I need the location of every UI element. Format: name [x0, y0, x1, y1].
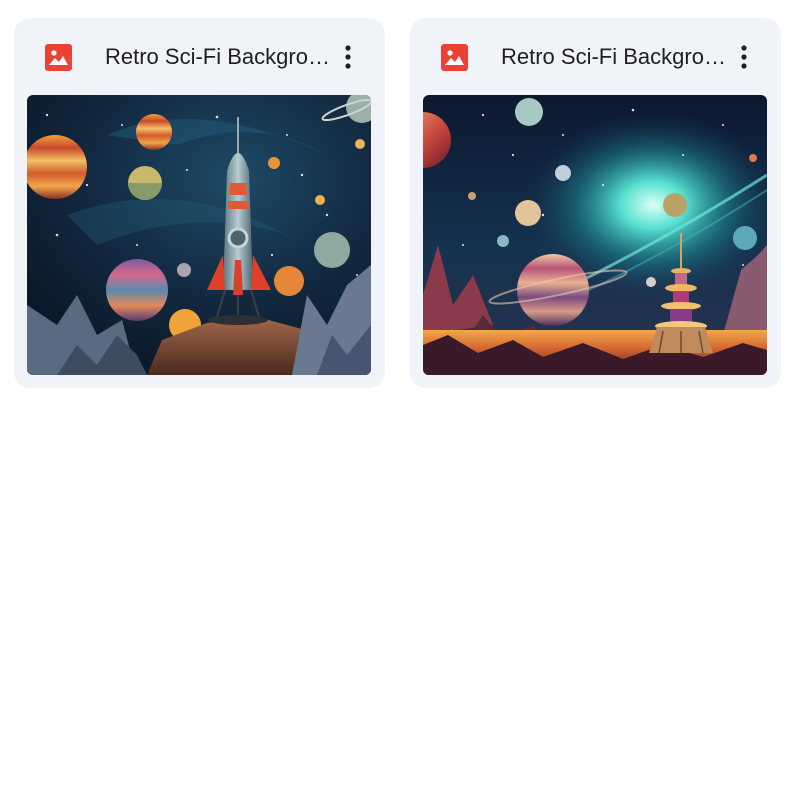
image-file-icon: [45, 44, 72, 71]
file-title: Retro Sci-Fi Backgrounds 2: [501, 44, 726, 69]
image-file-icon: [441, 44, 468, 71]
more-options-button[interactable]: [724, 37, 764, 77]
more-options-button[interactable]: [328, 37, 368, 77]
file-card-header: Retro Sci-Fi Backgrounds 1: [14, 18, 385, 95]
more-vert-icon: [741, 45, 747, 69]
file-card[interactable]: Retro Sci-Fi Backgrounds 2: [410, 18, 781, 388]
file-thumbnail[interactable]: [27, 95, 371, 375]
file-grid: Retro Sci-Fi Backgrounds 1: [14, 18, 781, 388]
file-thumbnail[interactable]: [423, 95, 767, 375]
retro-rocket-space-image: [27, 95, 371, 375]
file-card-header: Retro Sci-Fi Backgrounds 2: [410, 18, 781, 95]
file-title: Retro Sci-Fi Backgrounds 1: [105, 44, 330, 69]
retro-planet-tower-image: [423, 95, 767, 375]
more-vert-icon: [345, 45, 351, 69]
file-card[interactable]: Retro Sci-Fi Backgrounds 1: [14, 18, 385, 388]
